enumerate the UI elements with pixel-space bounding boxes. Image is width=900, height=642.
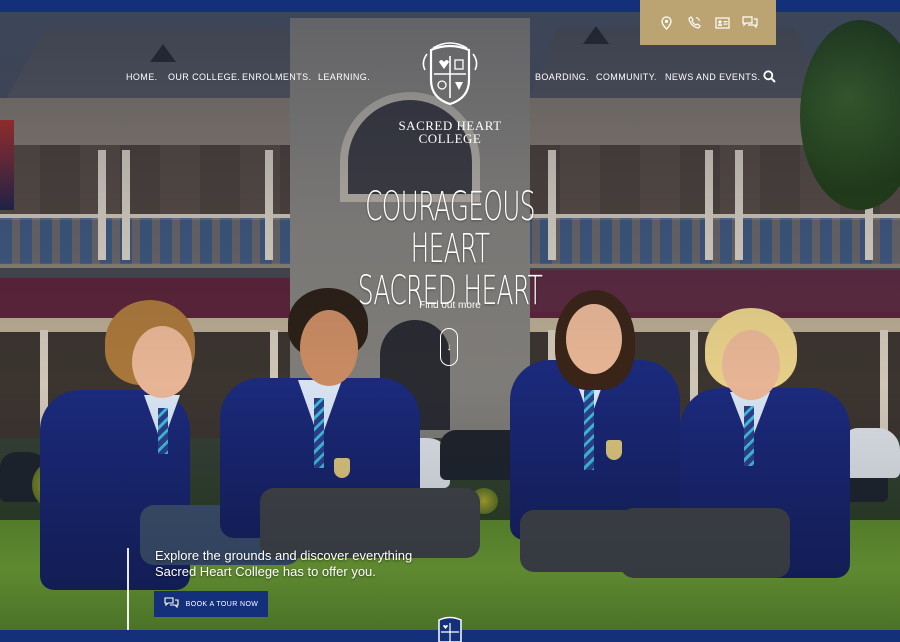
- chat-icon: [164, 595, 179, 613]
- college-wordmark[interactable]: Sacred Heart College: [380, 119, 520, 145]
- arrow-down-icon: ↓: [446, 341, 452, 353]
- phone-icon[interactable]: [685, 14, 703, 32]
- tour-description: Explore the grounds and discover everyth…: [155, 548, 413, 579]
- wordmark-line-2: College: [418, 131, 482, 146]
- book-tour-button[interactable]: BOOK A TOUR NOW: [154, 591, 268, 617]
- nav-learning[interactable]: LEARNING.: [318, 72, 370, 82]
- search-icon[interactable]: [763, 70, 777, 84]
- contact-card-icon[interactable]: [713, 14, 731, 32]
- headline-line-1: Courageous Heart: [365, 184, 535, 272]
- vertical-divider: [127, 548, 129, 642]
- nav-home[interactable]: HOME.: [126, 72, 158, 82]
- location-pin-icon[interactable]: [657, 14, 675, 32]
- nav-enrolments[interactable]: ENROLMENTS.: [242, 72, 311, 82]
- utility-bar: [640, 0, 776, 45]
- nav-boarding[interactable]: BOARDING.: [535, 72, 589, 82]
- chat-icon[interactable]: [741, 14, 759, 32]
- book-tour-label: BOOK A TOUR NOW: [185, 600, 259, 608]
- nav-our-college[interactable]: OUR COLLEGE.: [168, 72, 240, 82]
- footer-crest-icon[interactable]: [432, 615, 468, 642]
- college-crest-logo[interactable]: [419, 40, 481, 108]
- find-out-more-link[interactable]: Find out more: [398, 300, 502, 311]
- nav-community[interactable]: COMMUNITY.: [596, 72, 657, 82]
- hero-headline: Courageous Heart Sacred Heart: [326, 186, 574, 312]
- scroll-down-button[interactable]: ↓: [440, 328, 458, 366]
- nav-news-and-events[interactable]: NEWS AND EVENTS.: [665, 72, 760, 82]
